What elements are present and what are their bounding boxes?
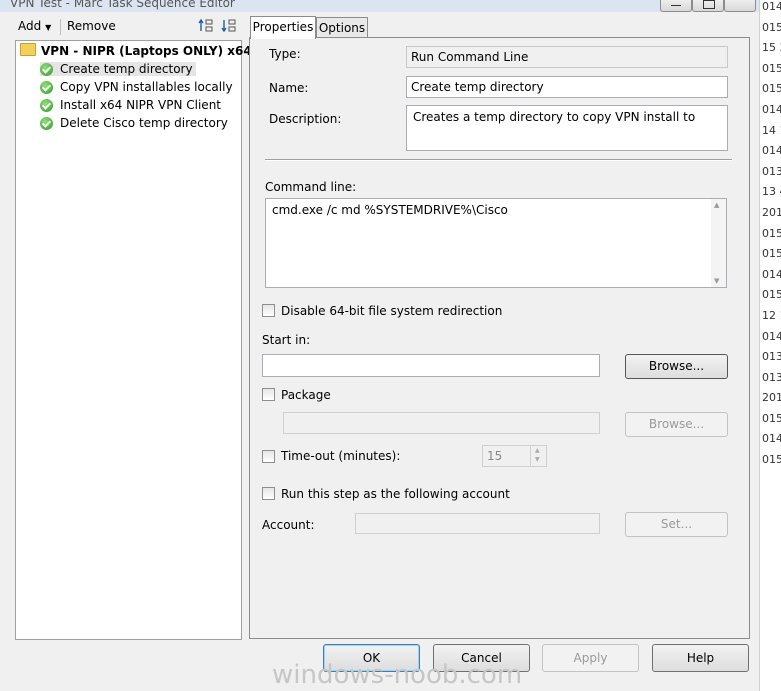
disable-redirection-label: Disable 64-bit file system redirection [281,304,503,318]
package-browse-button[interactable]: Browse... [625,412,728,437]
background-strip-text: 015 [762,411,781,425]
type-label: Type: [269,47,301,61]
folder-icon [20,43,36,56]
start-in-field[interactable] [262,354,600,377]
start-in-label: Start in: [262,333,311,347]
tree-item-install-vpn-client[interactable]: Install x64 NIPR VPN Client [40,98,224,112]
name-field[interactable]: Create temp directory [406,76,728,98]
success-check-icon [40,117,53,130]
tree-item-delete-cisco-temp[interactable]: Delete Cisco temp directory [40,116,231,130]
background-strip-text: 015 [762,453,781,467]
account-field[interactable] [355,513,600,534]
tree-item-label: Delete Cisco temp directory [60,116,228,130]
background-strip-text: 201 [762,205,781,219]
tree-item-copy-vpn-installables[interactable]: Copy VPN installables locally [40,80,236,94]
maximize-button[interactable] [692,0,724,12]
window-title-bar: VPN Test - Marc Task Sequence Editor [0,0,760,12]
description-label: Description: [269,112,342,126]
timeout-checkbox[interactable] [262,450,275,463]
background-strip-text: 015 [762,226,781,240]
stepper-down-icon[interactable]: ▼ [535,456,540,463]
account-set-button[interactable]: Set... [625,512,728,537]
background-strip-text: 013 [762,350,781,364]
minimize-button[interactable] [660,0,692,12]
background-strip-text: 014 [762,329,781,343]
run-as-account-label: Run this step as the following account [281,487,510,501]
start-in-browse-button[interactable]: Browse... [625,354,728,379]
chevron-down-icon: ▼ [45,23,52,32]
success-check-icon [40,99,53,112]
background-strip-text: 015 [762,82,781,96]
background-strip-text: 015 [762,20,781,34]
type-field: Run Command Line [406,46,728,68]
background-strip-text: 014 [762,267,781,281]
tree-item-label: Install x64 NIPR VPN Client [60,98,222,112]
background-strip-text: 014 [762,432,781,446]
apply-button[interactable]: Apply [542,644,639,672]
background-strip-text: 013 [762,164,781,178]
scroll-down-icon[interactable]: ▼ [714,277,719,285]
background-strip-text: 014 [762,0,781,13]
tab-properties[interactable]: Properties [250,16,316,39]
command-line-field[interactable]: cmd.exe /c md %SYSTEMDRIVE%\Cisco [265,198,727,288]
scroll-up-icon[interactable]: ▲ [714,201,719,209]
package-checkbox[interactable] [262,388,275,401]
background-strip-text: 201 [762,391,781,405]
name-label: Name: [269,81,309,95]
help-button[interactable]: Help [652,644,749,672]
window-title: VPN Test - Marc Task Sequence Editor [10,0,235,10]
tree-item-create-temp-directory[interactable]: Create temp directory [40,62,196,76]
command-line-scrollbar[interactable]: ▲ ▼ [711,199,726,287]
account-label: Account: [262,518,315,532]
background-strip-text: 14 1 [762,123,781,137]
package-field[interactable] [283,412,600,434]
tab-options[interactable]: Options [316,17,368,39]
success-check-icon [40,81,53,94]
background-strip-text: 014 [762,102,781,116]
stepper-up-icon[interactable]: ▲ [535,447,540,454]
watermark: windows-noob.com [272,660,523,690]
task-sequence-tree[interactable]: VPN - NIPR (Laptops ONLY) x64 Create tem… [15,40,252,640]
tree-item-label: Create temp directory [60,62,193,76]
add-label: Add [18,19,42,33]
package-label: Package [281,388,331,402]
background-strip-text: 15 3 [762,41,781,55]
background-strip-text: 015 [762,288,781,302]
move-up-icon[interactable] [197,17,215,35]
description-field[interactable]: Creates a temp directory to copy VPN ins… [406,105,728,151]
remove-button[interactable]: Remove [67,19,116,33]
section-divider [265,159,732,161]
run-as-account-checkbox[interactable] [262,487,275,500]
tree-toolbar: Add ▼ Remove [10,16,242,40]
background-strip-text: 015 [762,61,781,75]
background-strip-text: 12 1 [762,308,781,322]
move-down-icon[interactable] [220,17,238,35]
timeout-stepper[interactable]: ▲ ▼ [530,446,547,466]
close-button[interactable] [724,0,756,12]
background-strip-text: 013 [762,370,781,384]
success-check-icon [40,63,53,76]
tree-root-label: VPN - NIPR (Laptops ONLY) x64 [41,44,252,58]
tree-item-label: Copy VPN installables locally [60,80,233,94]
disable-redirection-checkbox[interactable] [262,304,275,317]
background-strip-text: 015 [762,247,781,261]
toolbar-divider [60,19,61,35]
tree-root-group[interactable]: VPN - NIPR (Laptops ONLY) x64 [20,43,252,58]
background-window-strip: 014 015 15 3 015 015 014 14 1 014 013 13 4 201 015 0… [759,0,781,691]
timeout-label: Time-out (minutes): [281,449,401,463]
background-strip-text: 13 4 [762,185,781,199]
command-line-label: Command line: [265,180,357,194]
add-menu-button[interactable]: Add ▼ [18,19,51,33]
background-strip-text: 014 [762,144,781,158]
